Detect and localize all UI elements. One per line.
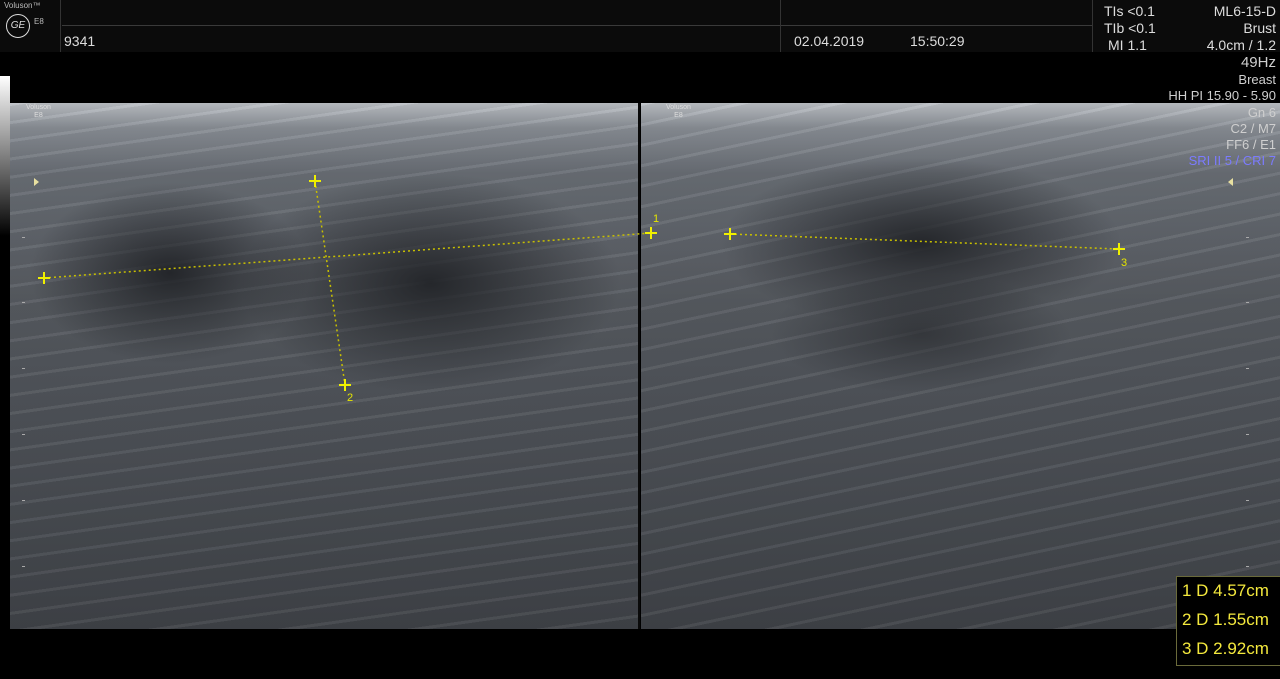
grayscale-bar [0, 76, 10, 236]
ultrasound-image-right[interactable] [641, 103, 1280, 629]
tis-value: TIs <0.1 [1104, 3, 1155, 19]
panel-logo-left: Voluson E8 [26, 104, 51, 120]
sri-setting: SRI II 5 / CRI 7 [1188, 153, 1276, 168]
preset-name: Brust [1243, 20, 1276, 36]
measurement-2: 2 D 1.55cm [1182, 610, 1269, 629]
harmonic-setting: HH PI 15.90 - 5.90 [1168, 88, 1276, 103]
exam-time: 15:50:29 [910, 33, 965, 49]
mi-value: MI 1.1 [1108, 37, 1147, 53]
header-separator [780, 0, 781, 52]
depth-value: 4.0cm / 1.2 [1206, 37, 1276, 53]
measurement-results: 1 D 4.57cm 2 D 1.55cm 3 D 2.92cm [1176, 576, 1280, 666]
depth-tick [22, 434, 25, 435]
tib-value: TIb <0.1 [1104, 20, 1156, 36]
gain-setting: Gn 6 [1247, 105, 1276, 120]
depth-tick [22, 566, 25, 567]
panel-divider [638, 103, 640, 629]
depth-tick [22, 237, 25, 238]
panel-logo-right-brand: Voluson [666, 104, 691, 111]
depth-tick [22, 500, 25, 501]
header-separator [60, 0, 61, 52]
panel-logo-right-model: E8 [674, 112, 683, 119]
panel-logo-right: Voluson E8 [666, 104, 691, 120]
measurement-1: 1 D 4.57cm [1182, 581, 1269, 600]
application-name: Breast [1238, 72, 1276, 87]
focus-marker-right-icon [1228, 178, 1233, 186]
probe-name: ML6-15-D [1213, 3, 1276, 19]
frame-rate: 49Hz [1240, 54, 1276, 71]
ultrasound-image-left[interactable] [10, 103, 638, 629]
ge-logo-icon: GE [6, 14, 30, 38]
depth-tick [1246, 500, 1249, 501]
patient-id: 9341 [64, 33, 96, 49]
map-setting: C2 / M7 [1230, 121, 1276, 136]
depth-tick [1246, 368, 1249, 369]
depth-tick [1246, 434, 1249, 435]
header-bar [0, 0, 1280, 52]
depth-tick [1246, 566, 1249, 567]
depth-tick [22, 302, 25, 303]
focus-marker-left-icon [34, 178, 39, 186]
panel-logo-left-brand: Voluson [26, 104, 51, 111]
depth-tick [1246, 237, 1249, 238]
filter-setting: FF6 / E1 [1226, 137, 1276, 152]
depth-tick [1246, 302, 1249, 303]
measurement-3: 3 D 2.92cm [1182, 639, 1269, 658]
exam-date: 02.04.2019 [794, 33, 865, 49]
header-divider [62, 25, 1092, 26]
brand-label: Voluson™ [4, 1, 41, 10]
header-separator [1092, 0, 1093, 52]
depth-tick [22, 368, 25, 369]
model-label: E8 [34, 17, 44, 26]
panel-logo-left-model: E8 [34, 112, 43, 119]
